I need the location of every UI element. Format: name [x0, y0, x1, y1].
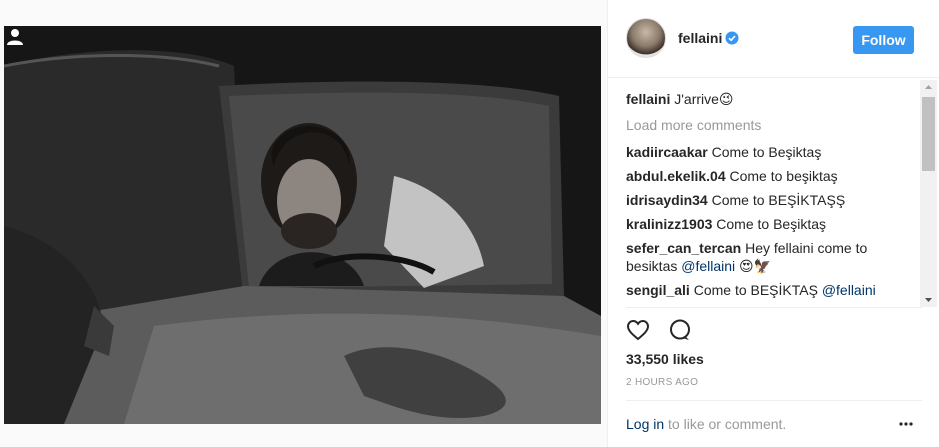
caption-author[interactable]: fellaini	[626, 91, 670, 107]
comment-author[interactable]: sefer_can_tercan	[626, 240, 741, 256]
list-item: kadiircaakar Come to Beşiktaş	[626, 143, 920, 161]
caption: fellaini J'arrive😉	[626, 90, 920, 108]
mention-link[interactable]: @fellaini	[681, 258, 735, 274]
verified-badge-icon	[725, 31, 739, 45]
scroll-down-arrow-icon[interactable]	[920, 292, 937, 307]
list-item: abdul.ekelik.04 Come to beşiktaş	[626, 167, 920, 185]
list-item: sengil_ali Come to BEŞİKTAŞ @fellaini	[626, 281, 920, 299]
login-prompt-text: to like or comment.	[664, 416, 787, 432]
post-header: fellaini Follow	[608, 0, 939, 78]
heart-icon[interactable]	[626, 318, 650, 342]
post-side-panel: fellaini Follow fellaini J'arrive😉 Load …	[607, 0, 939, 447]
caption-text: J'arrive😉	[674, 91, 734, 107]
comment-author[interactable]: kralinizz1903	[626, 216, 712, 232]
comment-author[interactable]: abdul.ekelik.04	[626, 168, 726, 184]
follow-button[interactable]: Follow	[853, 26, 914, 54]
post-timestamp[interactable]: 2 HOURS AGO	[626, 377, 698, 388]
comment-text: Come to beşiktaş	[729, 168, 838, 184]
mention-link[interactable]: @fellaini	[822, 282, 876, 298]
login-prompt: Log in to like or comment.	[626, 416, 786, 432]
instagram-post: fellaini Follow fellaini J'arrive😉 Load …	[0, 0, 939, 447]
more-options-icon[interactable]	[898, 418, 914, 430]
comment-author[interactable]: sengil_ali	[626, 282, 690, 298]
comment-author[interactable]: idrisaydin34	[626, 192, 708, 208]
comment-text: Come to BEŞİKTAŞŞ	[711, 192, 846, 208]
scroll-up-arrow-icon[interactable]	[920, 80, 937, 95]
comments-scrollbar[interactable]	[920, 80, 937, 307]
comment-emoji: 😍🦅	[735, 258, 772, 274]
list-item: sefer_can_tercan Hey fellaini come to be…	[626, 239, 920, 275]
post-photo[interactable]	[4, 26, 601, 424]
avatar[interactable]	[626, 18, 666, 58]
divider	[626, 307, 922, 308]
car-photo-illustration	[4, 26, 601, 424]
comments-list: fellaini J'arrive😉 Load more comments ka…	[626, 90, 920, 305]
likes-count[interactable]: 33,550 likes	[626, 351, 704, 367]
comment-text: Come to Beşiktaş	[711, 144, 822, 160]
load-more-comments-link[interactable]: Load more comments	[626, 116, 920, 134]
header-username[interactable]: fellaini	[678, 30, 722, 46]
list-item: kralinizz1903 Come to Beşiktaş	[626, 215, 920, 233]
user-tag-icon[interactable]	[4, 26, 26, 48]
comment-bubble-icon[interactable]	[668, 318, 692, 342]
list-item: idrisaydin34 Come to BEŞİKTAŞŞ	[626, 191, 920, 209]
login-link[interactable]: Log in	[626, 416, 664, 432]
scrollbar-thumb[interactable]	[922, 97, 935, 171]
divider	[626, 400, 922, 401]
comment-text: Come to BEŞİKTAŞ	[693, 282, 822, 298]
comment-text: Come to Beşiktaş	[716, 216, 826, 232]
comment-author[interactable]: kadiircaakar	[626, 144, 708, 160]
